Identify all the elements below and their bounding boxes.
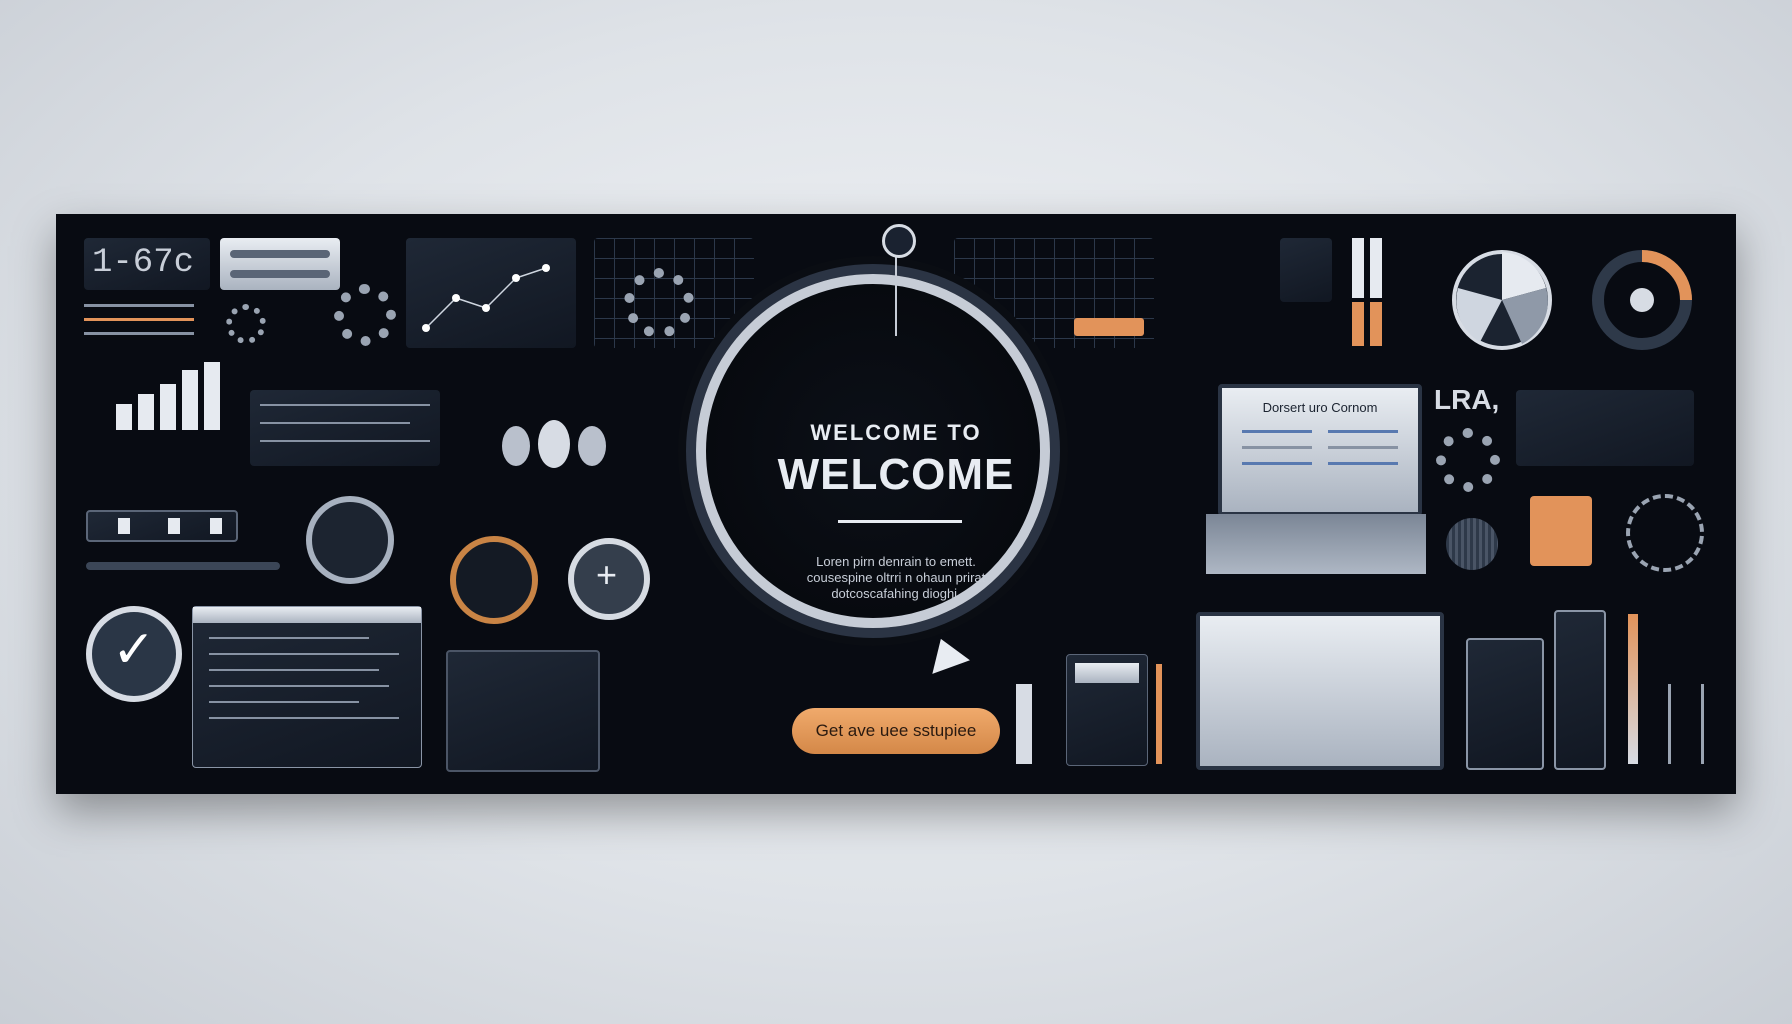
body-line: Loren pirn denrain to emett. xyxy=(816,554,976,569)
lock-dial-icon xyxy=(450,536,538,624)
slider-track-1[interactable] xyxy=(230,250,330,258)
slider-track-2[interactable] xyxy=(230,270,330,278)
bar-chart-icon xyxy=(92,354,232,434)
target-dial-icon xyxy=(306,496,394,584)
grid-panel xyxy=(594,238,754,348)
meeting-monitor xyxy=(1196,612,1444,770)
slider-panel xyxy=(220,238,340,290)
cta-button[interactable]: Get ave uee sstupiee xyxy=(792,708,1000,754)
device-icon xyxy=(1554,610,1606,770)
laptop: Dorsert uro Cornom xyxy=(1206,384,1426,584)
body-line: dotcoscafahing dioghi. xyxy=(831,586,961,601)
counter-panel: 1-67c xyxy=(84,238,210,290)
pen-tool-icon xyxy=(1628,614,1638,764)
settings-gear-icon xyxy=(1436,428,1500,492)
microphone-icon xyxy=(1446,518,1498,570)
side-label: LRA, xyxy=(1434,384,1500,415)
team-avatars xyxy=(496,420,616,476)
welcome-body: Loren pirn denrain to emett. cousespine … xyxy=(776,554,1016,602)
title-divider xyxy=(838,520,962,523)
folder-icon xyxy=(1074,318,1144,336)
speaker-icon xyxy=(1626,494,1704,572)
laptop-screen-title: Dorsert uro Cornom xyxy=(1262,400,1378,415)
add-button[interactable]: + xyxy=(568,538,650,620)
hero-banner: 1-67c + ✓ WELCOME TO WELCOME Loren pirn … xyxy=(56,214,1736,794)
feather-panel xyxy=(1280,238,1332,302)
battery-icon xyxy=(1352,238,1384,346)
welcome-title: WELCOME xyxy=(777,450,1015,499)
avatar xyxy=(502,426,530,466)
range-slider[interactable] xyxy=(86,562,280,570)
dial-gear-icon xyxy=(624,268,694,338)
top-node-icon xyxy=(882,224,916,258)
trend-chart-panel xyxy=(1516,390,1694,466)
phone-icon xyxy=(1466,638,1544,770)
avatar xyxy=(578,426,606,466)
welcome-subtitle: WELCOME TO xyxy=(810,420,982,445)
body-line: cousespine oltrri n ohaun prirat xyxy=(806,570,986,585)
calculator-icon xyxy=(1066,654,1148,766)
laptop-screen: Dorsert uro Cornom xyxy=(1218,384,1422,516)
network-graph-panel xyxy=(406,238,576,348)
counter-value: 1-67c xyxy=(92,244,195,282)
setting-line-3 xyxy=(84,332,194,335)
network-graph xyxy=(422,264,550,332)
chat-bubble-icon xyxy=(1530,496,1592,566)
small-gear-icon xyxy=(226,304,266,344)
office-scene-image xyxy=(446,650,600,772)
browser-window xyxy=(192,606,422,768)
setting-line-2 xyxy=(84,318,194,321)
check-icon: ✓ xyxy=(86,606,182,702)
setting-line-1 xyxy=(84,304,194,307)
laptop-base xyxy=(1206,514,1426,574)
pen-icon xyxy=(1016,684,1032,764)
toggle-panel[interactable] xyxy=(86,510,238,542)
donut-chart-icon xyxy=(1592,250,1692,350)
text-lines-panel xyxy=(250,390,440,466)
pie-chart-icon xyxy=(1452,250,1552,350)
pencil-icon xyxy=(1156,664,1162,764)
large-gear-icon xyxy=(334,284,396,346)
paper-plane-icon xyxy=(922,632,970,674)
compass-icon xyxy=(1668,684,1704,764)
avatar xyxy=(538,420,570,468)
